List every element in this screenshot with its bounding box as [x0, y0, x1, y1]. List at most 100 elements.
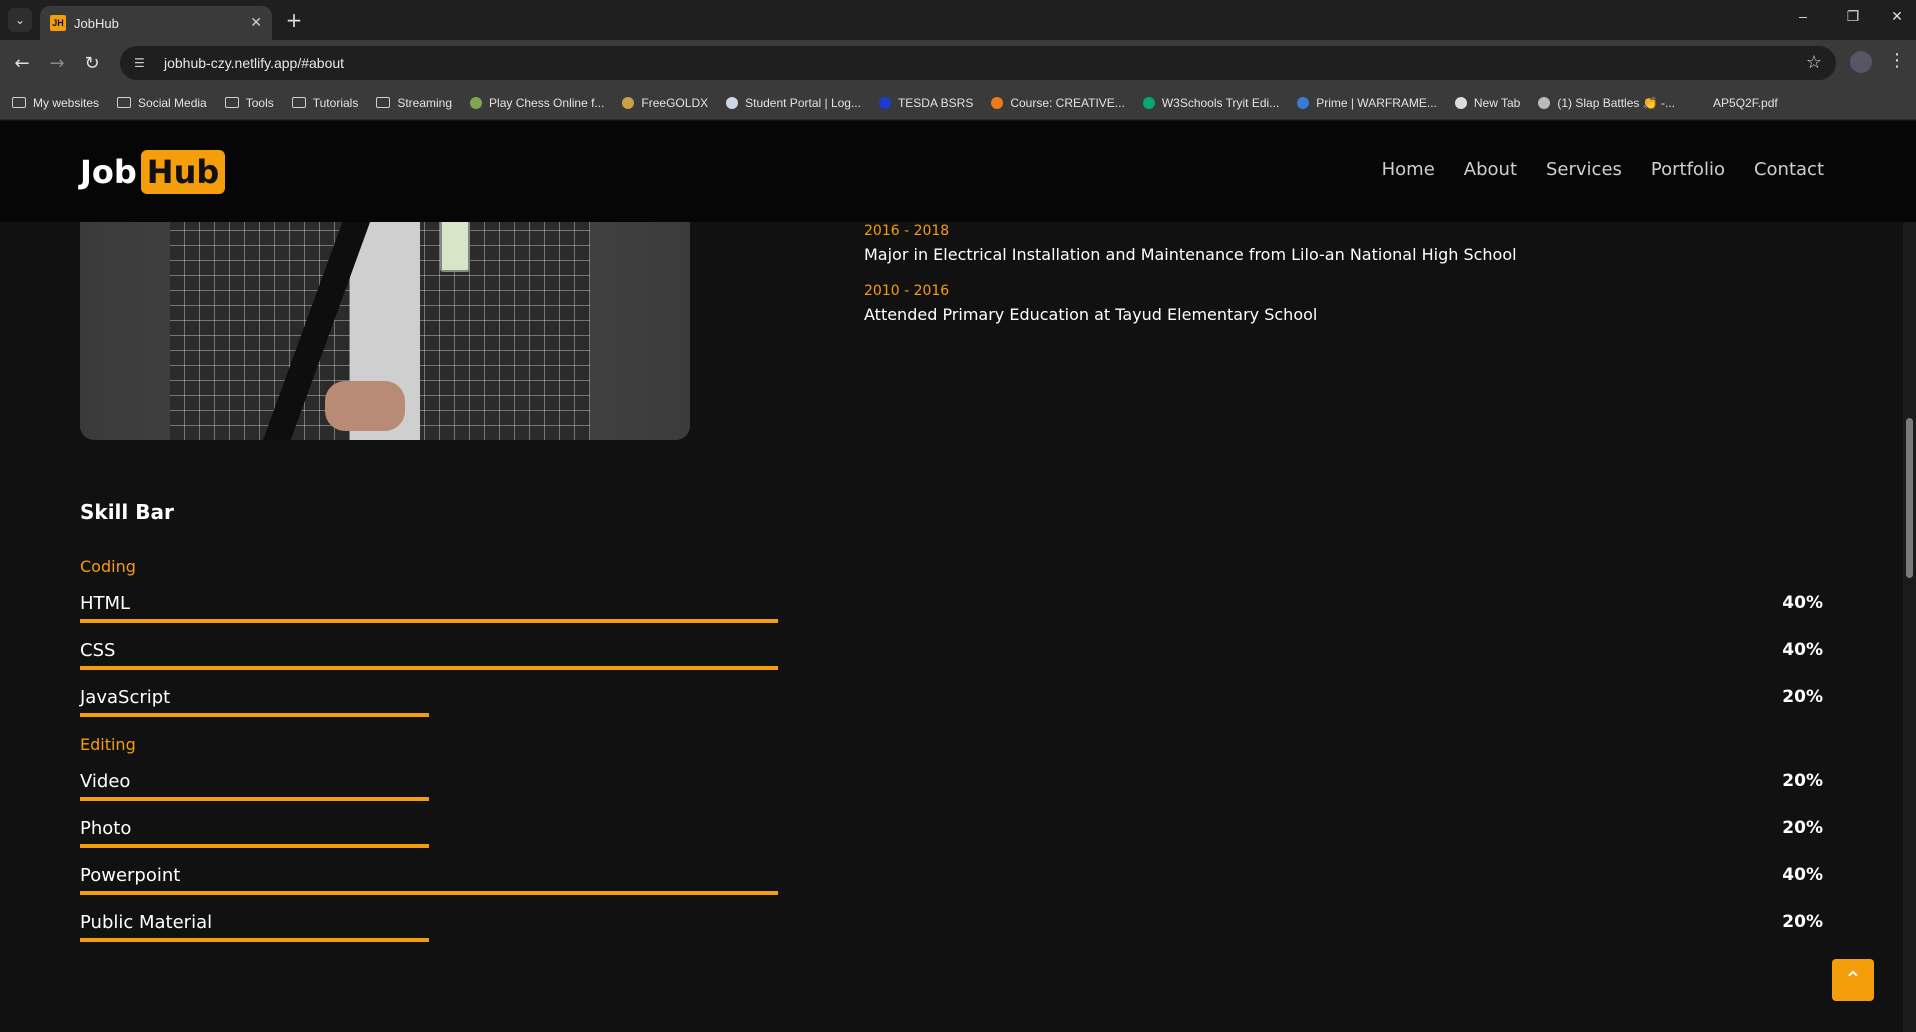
bookmark-label: Social Media [138, 95, 207, 110]
skill-percent: 40% [1782, 640, 1823, 660]
bookmark-label: Course: CREATIVE... [1010, 95, 1125, 110]
bookmark-label: AP5Q2F.pdf [1713, 95, 1778, 110]
browser-toolbar: ← → ↻ ☰ jobhub-czy.netlify.app/#about ☆ [0, 40, 1916, 86]
bookmark-item[interactable]: W3Schools Tryit Edi... [1142, 95, 1280, 110]
minimize-button[interactable]: – [1788, 8, 1818, 24]
bookmark-item[interactable]: Tools [224, 95, 274, 110]
bookmark-label: FreeGOLDX [641, 95, 709, 110]
bookmark-label: Prime | WARFRAME... [1316, 95, 1437, 110]
skill-progress-bar [80, 938, 429, 942]
profile-avatar[interactable] [1850, 51, 1872, 73]
photo-id-badge [440, 216, 470, 272]
skill-percent: 20% [1782, 771, 1823, 791]
bookmark-label: Play Chess Online f... [489, 95, 605, 110]
prime-icon [1297, 96, 1310, 109]
bookmark-label: W3Schools Tryit Edi... [1161, 95, 1280, 110]
tab-title: JobHub [74, 15, 119, 31]
skill-name: JavaScript [80, 687, 171, 708]
bookmark-item[interactable]: (1) Slap Battles 👏 -... [1538, 96, 1675, 110]
browser-tab-bar: ⌄ JH JobHub ✕ + – ❐ ✕ [0, 0, 1916, 40]
bookmarks-bar: My websites Social Media Tools Tutorials Str… [0, 86, 1916, 120]
address-bar[interactable]: ☰ jobhub-czy.netlify.app/#about ☆ [120, 46, 1836, 80]
bookmark-label: Tools [245, 95, 274, 110]
skills-title: Skill Bar [80, 500, 174, 524]
bookmark-label: (1) Slap Battles 👏 -... [1557, 95, 1676, 110]
reload-button[interactable]: ↻ [80, 51, 104, 75]
skill-name: HTML [80, 593, 131, 614]
bookmark-item[interactable]: Social Media [117, 96, 207, 110]
bookmark-item[interactable]: Student Portal | Log... [726, 96, 861, 110]
scrollbar-thumb[interactable] [1906, 418, 1913, 578]
tab-search-button[interactable]: ⌄ [8, 8, 32, 32]
skill-progress-bar [80, 666, 778, 670]
skill-progress-bar [80, 891, 778, 895]
roblox-icon [1538, 96, 1551, 109]
bookmark-item[interactable]: FreeGOLDX [622, 96, 708, 110]
logo-text-hub: Hub [140, 150, 226, 194]
skill-name: Powerpoint [80, 865, 181, 886]
bookmark-item[interactable]: Course: CREATIVE... [991, 95, 1125, 110]
forward-button[interactable]: → [45, 51, 69, 75]
folder-icon [224, 97, 239, 108]
x-icon [622, 96, 635, 109]
moodle-icon [991, 96, 1004, 109]
bookmark-label: My websites [33, 95, 100, 110]
education-year: 2010 - 2016 [864, 283, 950, 299]
skill-percent: 40% [1782, 865, 1823, 885]
site-info-icon[interactable]: ☰ [134, 56, 154, 70]
skill-percent: 40% [1782, 593, 1823, 613]
skill-percent: 20% [1782, 818, 1823, 838]
browser-menu-icon[interactable]: ⋮ [1888, 50, 1906, 71]
bookmark-item[interactable]: Streaming [376, 96, 452, 110]
globe-icon [1454, 96, 1467, 109]
skill-progress-bar [80, 619, 778, 623]
restore-button[interactable]: ❐ [1838, 8, 1868, 25]
nav-link-services[interactable]: Services [1546, 159, 1622, 180]
bookmark-item[interactable]: TESDA BSRS [878, 96, 973, 110]
education-text: Major in Electrical Installation and Mai… [864, 245, 1517, 264]
browser-tab[interactable]: JH JobHub ✕ [40, 6, 272, 40]
scroll-to-top-button[interactable]: ⌃ [1832, 959, 1874, 1001]
skill-category: Coding [80, 557, 136, 576]
close-window-button[interactable]: ✕ [1882, 8, 1912, 25]
skill-percent: 20% [1782, 912, 1823, 932]
back-button[interactable]: ← [10, 51, 34, 75]
bookmark-item[interactable]: AP5Q2F.pdf [1713, 96, 1778, 110]
photo-hand [325, 381, 405, 431]
site-logo[interactable]: Job Hub [80, 150, 226, 194]
nav-link-contact[interactable]: Contact [1754, 159, 1824, 180]
skill-name: Public Material [80, 912, 213, 933]
bookmark-label: Tutorials [312, 95, 359, 110]
education-item: 2016 - 2018 Major in Electrical Installa… [864, 223, 1517, 264]
doc-icon [726, 96, 739, 109]
nav-link-about[interactable]: About [1464, 159, 1517, 180]
bookmark-item[interactable]: Play Chess Online f... [470, 96, 604, 110]
page-content: 2016 - 2018 Major in Electrical Installa… [0, 121, 1916, 1032]
skill-name: CSS [80, 640, 116, 661]
bookmark-item[interactable]: New Tab [1454, 95, 1521, 110]
bookmark-item[interactable]: My websites [12, 96, 99, 110]
skill-percent: 20% [1782, 687, 1823, 707]
skill-name: Photo [80, 818, 132, 839]
bookmark-label: New Tab [1473, 95, 1521, 110]
skill-name: Video [80, 771, 131, 792]
bookmark-item[interactable]: Prime | WARFRAME... [1297, 96, 1437, 110]
globe-icon [878, 96, 891, 109]
skill-progress-bar [80, 713, 429, 717]
bookmark-star-icon[interactable]: ☆ [1806, 52, 1822, 73]
folder-icon [12, 97, 26, 108]
page-scrollbar[interactable] [1903, 121, 1916, 1032]
bookmark-item[interactable]: Tutorials [291, 95, 359, 110]
skill-progress-bar [80, 844, 429, 848]
new-tab-button[interactable]: + [282, 8, 306, 32]
w3-icon [1142, 96, 1155, 109]
chess-icon [470, 96, 483, 109]
education-year: 2016 - 2018 [864, 223, 950, 239]
tab-close-icon[interactable]: ✕ [250, 15, 262, 31]
chevron-up-icon: ⌃ [1843, 967, 1863, 993]
skill-progress-bar [80, 797, 429, 801]
nav-link-portfolio[interactable]: Portfolio [1651, 159, 1725, 180]
folder-icon [117, 97, 132, 108]
nav-link-home[interactable]: Home [1382, 159, 1435, 180]
url-text[interactable]: jobhub-czy.netlify.app/#about [164, 55, 344, 71]
